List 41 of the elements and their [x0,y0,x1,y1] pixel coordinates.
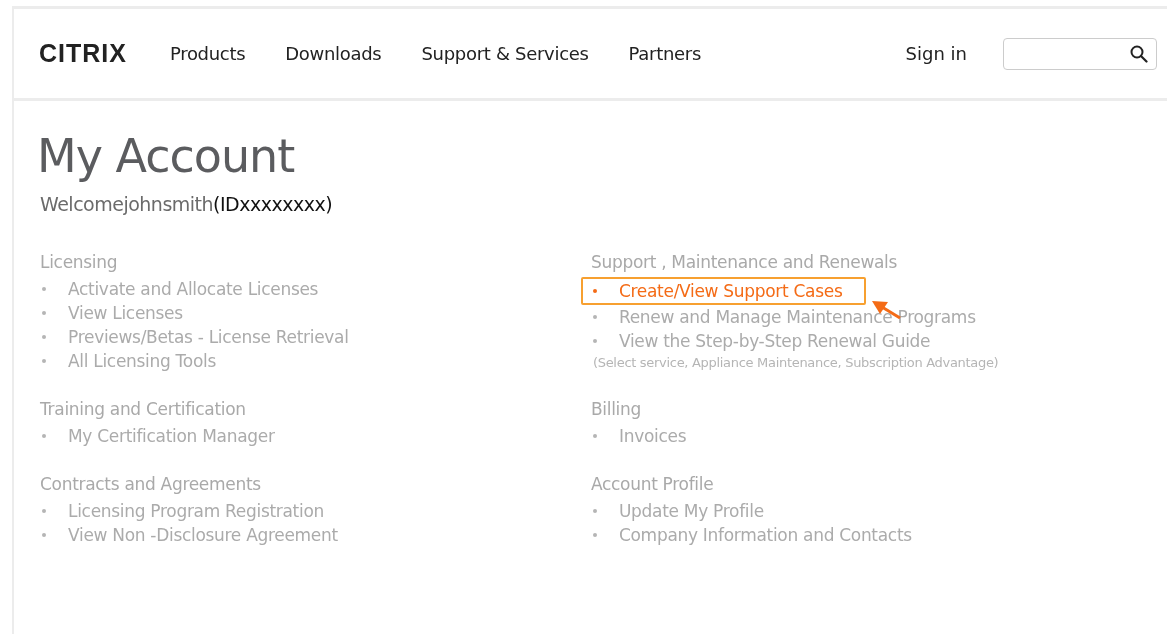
sign-in-link[interactable]: Sign in [905,40,967,67]
search-icon[interactable] [1130,44,1148,63]
search-field[interactable] [1003,37,1157,70]
section-heading: Licensing [40,251,119,275]
menu-link[interactable]: Previews/Betas - License Retrieval [40,325,591,350]
bullet-dot [42,434,46,439]
nav-link[interactable]: Partners [628,40,701,67]
menu-link[interactable]: Update My Profile [590,499,1167,524]
bullet-dot [592,289,597,294]
nav-link[interactable]: Products [169,40,246,67]
bullet-dot [592,339,597,344]
nav-link[interactable]: Downloads [285,40,382,67]
section-heading: Contracts and Agreements [40,473,262,497]
account-id: (IDxxxxxxxx) [213,192,333,215]
page-title: My Account [37,131,296,182]
menu-link[interactable]: Renew and Manage Maintenance Programs [590,305,1167,330]
menu-link[interactable]: All Licensing Tools [40,349,591,374]
logo[interactable]: CITRIX [39,34,127,73]
nav-link[interactable]: Support & Services [421,40,589,67]
welcome-text: Welcomejohnsmith [40,192,214,215]
bullet-dot [42,533,46,538]
menu-link[interactable]: My Certification Manager [40,424,591,449]
bullet-dot [42,335,46,340]
section-heading: Billing [590,398,642,422]
bullet-dot [42,509,46,514]
bullet-dot [592,315,597,320]
menu-link[interactable]: Licensing Program Registration [40,499,591,524]
bullet-dot [592,434,597,439]
section-heading: Support , Maintenance and Renewals [590,251,899,275]
note-text: (Select service, Appliance Maintenance, Subscription Advantage) [592,354,1000,373]
section-heading: Training and Certification [40,398,247,422]
bullet-dot [592,509,597,514]
menu-link[interactable]: View Non -Disclosure Agreement [40,523,591,548]
bullet-dot [42,359,46,364]
bullet-dot [42,311,46,316]
menu-link[interactable]: Company Information and Contacts [590,523,1167,548]
menu-link[interactable]: View the Step-by-Step Renewal Guide [590,329,1167,354]
menu-link[interactable]: Invoices [590,424,1167,449]
section-heading: Account Profile [590,473,715,497]
bullet-dot [592,533,597,538]
bullet-dot [42,287,46,292]
